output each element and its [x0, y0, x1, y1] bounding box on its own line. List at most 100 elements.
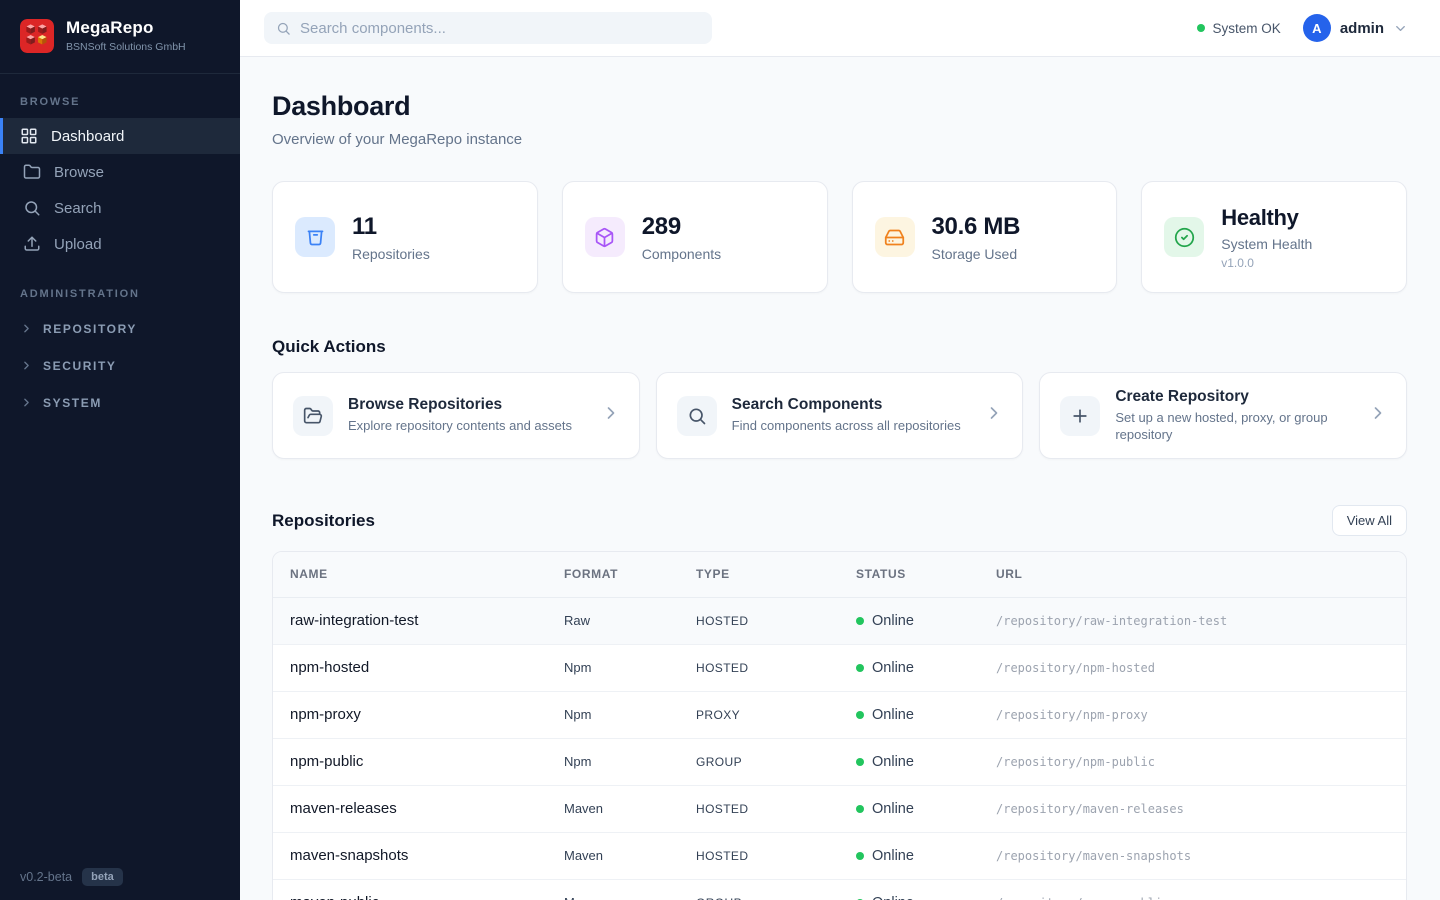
nav-section-label: ADMINISTRATION [0, 288, 240, 300]
stat-icon-tile [585, 217, 625, 257]
status-dot-icon [856, 758, 864, 766]
main-column: System OK A admin Dashboard Overview of … [240, 0, 1440, 900]
repositories-table: NAME FORMAT TYPE STATUS URL raw-integrat… [272, 551, 1407, 900]
sidebar-item-label: Upload [54, 236, 102, 253]
stat-value: 11 [352, 213, 430, 241]
repo-format: Npm [564, 644, 696, 691]
avatar[interactable]: A [1303, 14, 1331, 42]
column-header-name: NAME [273, 552, 564, 597]
stat-label: Components [642, 246, 721, 262]
chevron-down-icon[interactable] [1393, 21, 1408, 36]
quick-action-create-repository[interactable]: Create Repository Set up a new hosted, p… [1039, 372, 1407, 459]
sidebar-item-upload[interactable]: Upload [0, 226, 240, 262]
sidebar-item-label: SECURITY [43, 359, 116, 373]
sidebar-item-label: Browse [54, 164, 104, 181]
repo-format: Maven [564, 879, 696, 900]
repo-type: GROUP [696, 738, 856, 785]
repo-format: Npm [564, 691, 696, 738]
view-all-button[interactable]: View All [1332, 505, 1407, 536]
stat-icon-tile [1164, 217, 1204, 257]
sidebar-item-browse[interactable]: Browse [0, 154, 240, 190]
megarepo-logo-icon [20, 19, 54, 53]
repo-status: Online [856, 707, 996, 723]
table-row[interactable]: maven-snapshots Maven HOSTED Online /rep… [273, 832, 1406, 879]
table-row[interactable]: npm-public Npm GROUP Online /repository/… [273, 738, 1406, 785]
sidebar-item-search[interactable]: Search [0, 190, 240, 226]
repo-url: /repository/npm-proxy [996, 691, 1406, 738]
repo-url: /repository/maven-snapshots [996, 832, 1406, 879]
table-row[interactable]: npm-hosted Npm HOSTED Online /repository… [273, 644, 1406, 691]
repo-type: PROXY [696, 691, 856, 738]
repo-name[interactable]: maven-snapshots [273, 832, 564, 879]
folder-open-icon [303, 406, 323, 426]
brand-company: BSNSoft Solutions GmbH [66, 41, 186, 53]
column-header-status: STATUS [856, 552, 996, 597]
nav-section-label: BROWSE [0, 96, 240, 108]
sidebar: MegaRepo BSNSoft Solutions GmbH BROWSE D… [0, 0, 240, 900]
quick-actions-title: Quick Actions [272, 337, 1407, 357]
column-header-type: TYPE [696, 552, 856, 597]
topbar: System OK A admin [240, 0, 1440, 57]
sidebar-item-dashboard[interactable]: Dashboard [0, 118, 240, 154]
column-header-url: URL [996, 552, 1406, 597]
repo-status: Online [856, 895, 996, 900]
brand: MegaRepo BSNSoft Solutions GmbH [0, 0, 240, 74]
table-row[interactable]: maven-public Maven GROUP Online /reposit… [273, 879, 1406, 900]
sidebar-item-security[interactable]: SECURITY [0, 347, 240, 384]
nav-administration-section: ADMINISTRATION REPOSITORY SECURITY SYSTE… [0, 266, 240, 425]
table-header-row: NAME FORMAT TYPE STATUS URL [273, 552, 1406, 597]
column-header-format: FORMAT [564, 552, 696, 597]
search-input[interactable] [300, 20, 700, 37]
repo-name[interactable]: raw-integration-test [273, 597, 564, 644]
repo-type: HOSTED [696, 597, 856, 644]
status-dot-icon [856, 664, 864, 672]
chevron-right-icon [601, 403, 621, 423]
quick-action-browse-repositories[interactable]: Browse Repositories Explore repository c… [272, 372, 640, 459]
table-row[interactable]: raw-integration-test Raw HOSTED Online /… [273, 597, 1406, 644]
sidebar-item-system[interactable]: SYSTEM [0, 384, 240, 421]
repo-name[interactable]: npm-hosted [273, 644, 564, 691]
version-text: v0.2-beta [20, 870, 72, 884]
grid-icon [20, 127, 38, 145]
quick-action-search-components[interactable]: Search Components Find components across… [656, 372, 1024, 459]
sidebar-item-label: Dashboard [51, 128, 124, 145]
user-menu[interactable]: A admin [1303, 14, 1408, 42]
sidebar-item-repository[interactable]: REPOSITORY [0, 310, 240, 347]
quick-actions-grid: Browse Repositories Explore repository c… [272, 372, 1407, 459]
folder-icon [23, 163, 41, 181]
repo-url: /repository/raw-integration-test [996, 597, 1406, 644]
user-name: admin [1340, 20, 1384, 37]
table-row[interactable]: maven-releases Maven HOSTED Online /repo… [273, 785, 1406, 832]
chevron-right-icon [1368, 403, 1388, 423]
repo-type: HOSTED [696, 832, 856, 879]
check-circle-icon [1174, 227, 1195, 248]
repositories-header: Repositories View All [272, 505, 1407, 536]
repo-type: HOSTED [696, 644, 856, 691]
repo-status: Online [856, 754, 996, 770]
stat-value: 289 [642, 213, 721, 241]
stat-label: System Health [1221, 236, 1312, 252]
repo-name[interactable]: maven-releases [273, 785, 564, 832]
archive-icon [305, 227, 326, 248]
status-dot-icon [856, 711, 864, 719]
sidebar-item-label: Search [54, 200, 102, 217]
page-title: Dashboard [272, 91, 1407, 122]
repo-name[interactable]: maven-public [273, 879, 564, 900]
global-search[interactable] [264, 12, 712, 44]
system-status: System OK [1197, 21, 1281, 36]
beta-badge: beta [82, 868, 123, 886]
hard-drive-icon [884, 227, 905, 248]
repo-type: GROUP [696, 879, 856, 900]
sidebar-footer: v0.2-beta beta [20, 868, 123, 886]
search-icon [23, 199, 41, 217]
stat-card-storage: 30.6 MB Storage Used [852, 181, 1118, 293]
table-row[interactable]: npm-proxy Npm PROXY Online /repository/n… [273, 691, 1406, 738]
repo-name[interactable]: npm-public [273, 738, 564, 785]
repo-status: Online [856, 613, 996, 629]
qa-icon-tile [1060, 396, 1100, 436]
chevron-right-icon [20, 396, 33, 409]
repo-format: Maven [564, 785, 696, 832]
stat-label: Repositories [352, 246, 430, 262]
repo-name[interactable]: npm-proxy [273, 691, 564, 738]
qa-card-subtitle: Find components across all repositories [732, 418, 970, 434]
